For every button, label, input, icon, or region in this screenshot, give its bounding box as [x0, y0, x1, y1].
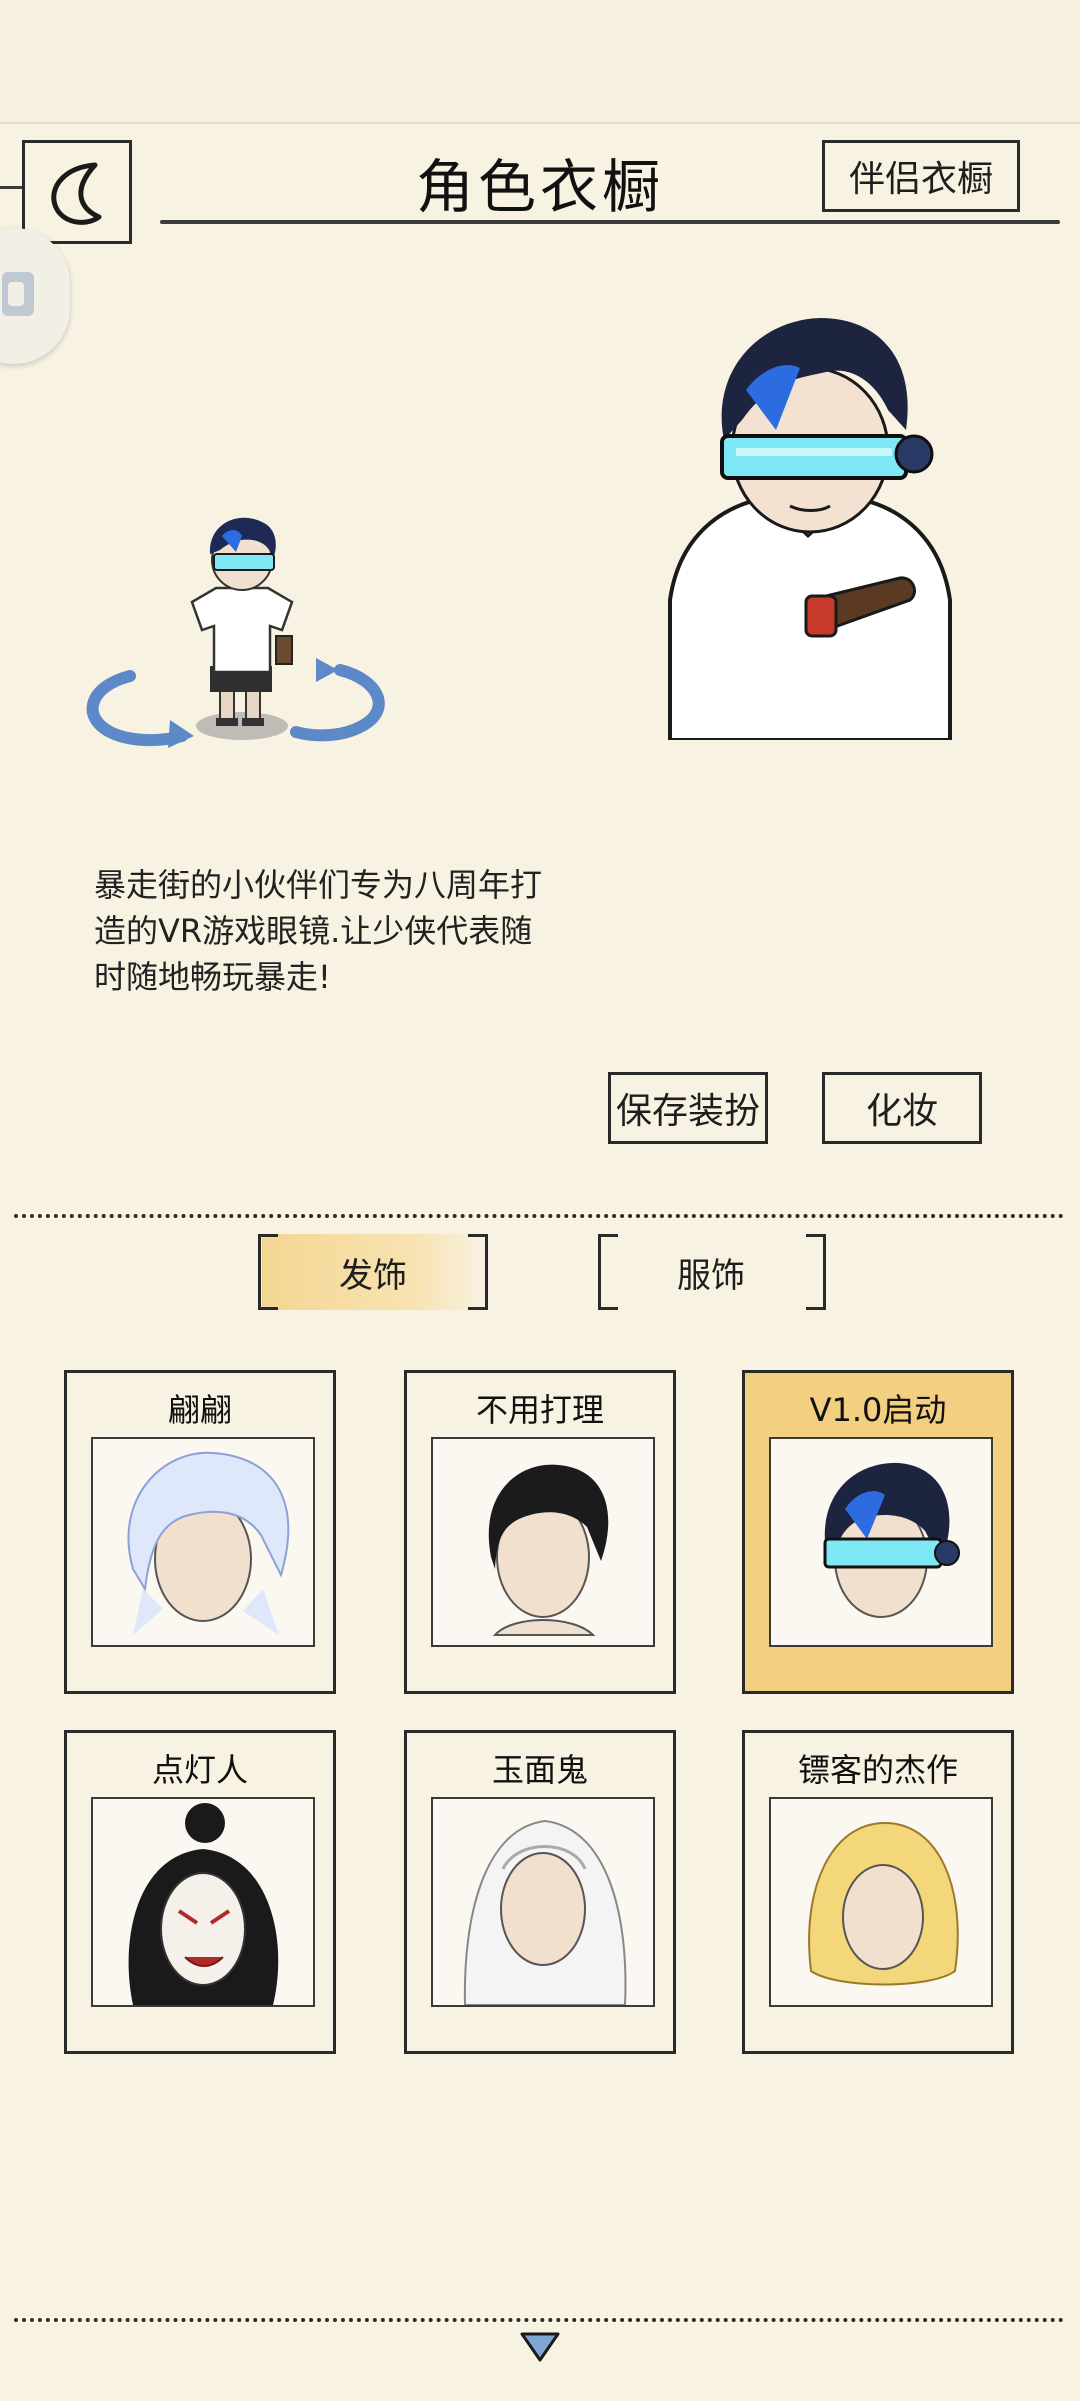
item-name: V1.0启动 [809, 1391, 947, 1429]
item-card[interactable]: 翩翩 [64, 1370, 336, 1694]
hair-white-long-icon [431, 1797, 655, 2007]
item-name: 玉面鬼 [491, 1751, 588, 1789]
item-name: 镖客的杰作 [797, 1751, 958, 1789]
tab-hair-accessories[interactable]: 发饰 [262, 1234, 484, 1310]
item-card[interactable]: 不用打理 [404, 1370, 676, 1694]
yellow-hood-icon [769, 1797, 993, 2007]
hair-black-messy-icon [431, 1437, 655, 1647]
header-underline [160, 220, 1060, 224]
item-card[interactable]: 点灯人 [64, 1730, 336, 2054]
divider-bottom [14, 2318, 1064, 2322]
hair-white-curly-icon [91, 1437, 315, 1647]
save-outfit-button[interactable]: 保存装扮 [608, 1072, 768, 1144]
partner-wardrobe-button[interactable]: 伴侣衣橱 [822, 140, 1020, 212]
item-card-selected[interactable]: V1.0启动 [742, 1370, 1014, 1694]
item-description: 暴走街的小伙伴们专为八周年打造的VR游戏眼镜.让少侠代表随时随地畅玩暴走! [94, 866, 543, 996]
character-portrait [668, 318, 952, 740]
tab-label: 服饰 [677, 1255, 745, 1296]
item-card[interactable]: 玉面鬼 [404, 1730, 676, 2054]
item-name: 翩翩 [167, 1391, 232, 1429]
character-preview[interactable] [70, 480, 430, 800]
floating-assistant-bubble[interactable] [0, 228, 70, 364]
tab-clothing[interactable]: 服饰 [600, 1234, 822, 1310]
hair-black-bun-mask-icon [91, 1797, 315, 2007]
hair-blue-vr-goggles-icon [769, 1437, 993, 1647]
tab-label: 发饰 [339, 1255, 407, 1296]
status-bar-area [0, 0, 1080, 124]
makeup-button[interactable]: 化妆 [822, 1072, 982, 1144]
item-card[interactable]: 镖客的杰作 [742, 1730, 1014, 2054]
item-name: 不用打理 [475, 1391, 604, 1429]
expand-down-icon[interactable] [518, 2330, 562, 2364]
divider-top [14, 1214, 1064, 1218]
item-name: 点灯人 [151, 1751, 248, 1789]
